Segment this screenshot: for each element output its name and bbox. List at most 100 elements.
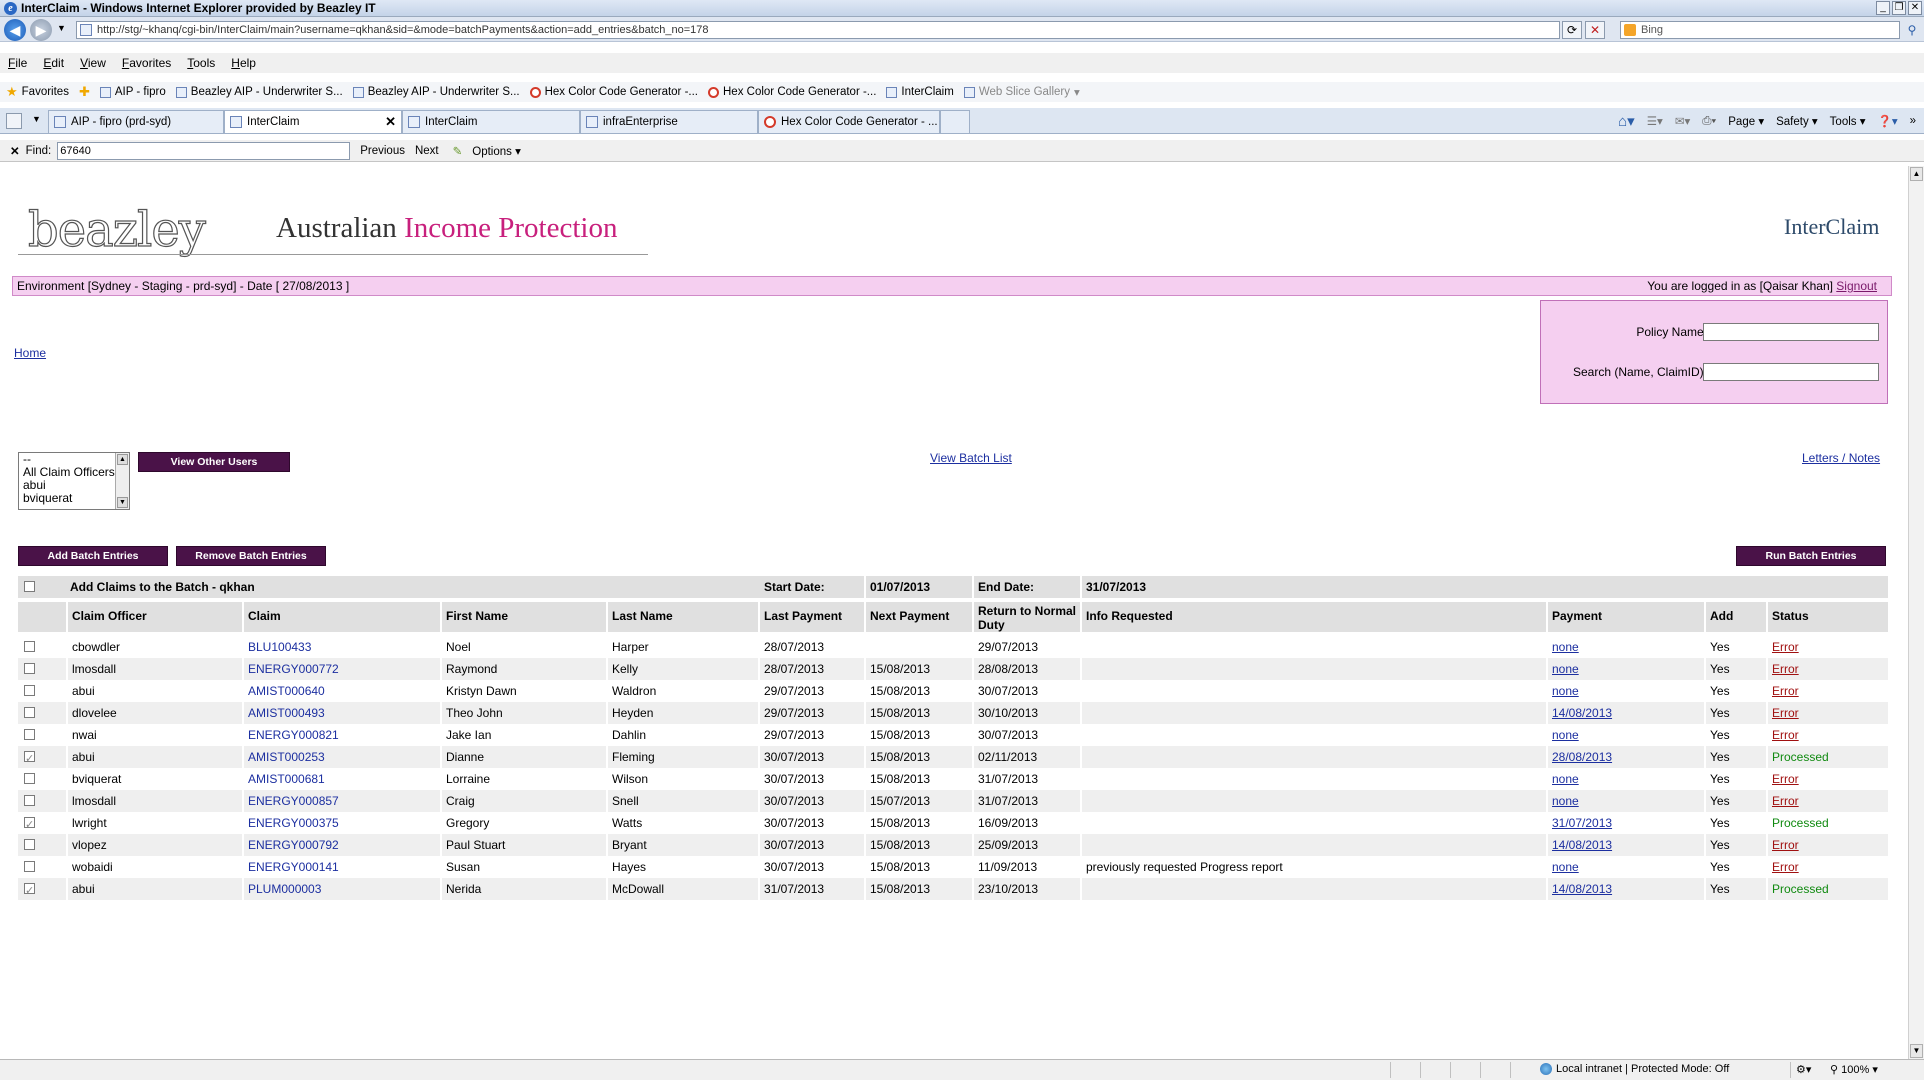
cell-status[interactable]: Error: [1768, 856, 1888, 878]
tools-menu[interactable]: Tools ▾: [1830, 114, 1866, 128]
home-icon[interactable]: ⌂▾: [1618, 112, 1635, 130]
scroll-up-icon[interactable]: ▲: [1910, 167, 1923, 181]
cell-claim-link[interactable]: ENERGY000792: [244, 834, 440, 856]
row-checkbox[interactable]: [24, 685, 35, 696]
scroll-down-icon[interactable]: ▼: [117, 497, 128, 508]
chevron-icon[interactable]: »: [1910, 115, 1916, 127]
find-next-button[interactable]: Next: [415, 145, 439, 157]
row-checkbox[interactable]: [24, 748, 35, 768]
cell-claim-link[interactable]: ENERGY000141: [244, 856, 440, 878]
restore-button[interactable]: ❐: [1892, 1, 1906, 15]
favorite-link[interactable]: Beazley AIP - Underwriter S...: [352, 86, 520, 98]
print-icon[interactable]: ⎙▾: [1702, 115, 1716, 128]
url-field[interactable]: http://stg/~khanq/cgi-bin/InterClaim/mai…: [76, 21, 1560, 39]
view-other-users-button[interactable]: View Other Users: [138, 452, 290, 472]
cell-claim-link[interactable]: ENERGY000772: [244, 658, 440, 680]
new-tab-button[interactable]: [940, 110, 970, 133]
row-checkbox[interactable]: [24, 839, 35, 850]
letters-notes-link[interactable]: Letters / Notes: [1802, 451, 1880, 465]
help-icon[interactable]: ❓▾: [1878, 114, 1898, 128]
cell-payment-link[interactable]: 14/08/2013: [1548, 834, 1704, 856]
row-checkbox[interactable]: [24, 663, 35, 674]
row-checkbox[interactable]: [24, 773, 35, 784]
row-checkbox[interactable]: [24, 707, 35, 718]
row-checkbox[interactable]: [24, 795, 35, 806]
search-field[interactable]: Bing: [1620, 21, 1900, 39]
policy-name-input[interactable]: [1703, 323, 1879, 341]
find-input[interactable]: [57, 141, 351, 160]
feeds-icon[interactable]: ☰▾: [1647, 114, 1663, 128]
menu-favorites[interactable]: Favorites: [122, 56, 171, 70]
cell-payment-link[interactable]: 28/08/2013: [1548, 746, 1704, 768]
select-scrollbar[interactable]: ▲ ▼: [115, 453, 129, 509]
home-link[interactable]: Home: [14, 346, 46, 360]
view-batch-list-link[interactable]: View Batch List: [930, 451, 1012, 465]
favorite-link[interactable]: InterClaim: [886, 86, 954, 98]
tab-hex-color[interactable]: Hex Color Code Generator - ...: [758, 110, 940, 133]
add-batch-entries-button[interactable]: Add Batch Entries: [18, 546, 168, 566]
favorite-link[interactable]: Hex Color Code Generator -...: [708, 86, 876, 98]
page-menu[interactable]: Page ▾: [1728, 114, 1764, 128]
row-checkbox[interactable]: [24, 641, 35, 652]
page-scrollbar[interactable]: ▲ ▼: [1908, 166, 1924, 1059]
highlight-icon[interactable]: ✎: [453, 144, 463, 158]
menu-file[interactable]: File: [8, 56, 27, 70]
protected-mode-icon[interactable]: ⚙▾: [1796, 1063, 1811, 1076]
forward-icon[interactable]: ▶: [30, 19, 52, 41]
row-checkbox[interactable]: [24, 814, 35, 834]
menu-view[interactable]: View: [80, 56, 106, 70]
scroll-down-icon[interactable]: ▼: [1910, 1044, 1923, 1058]
favorite-link[interactable]: AIP - fipro: [99, 86, 166, 98]
cell-payment-link[interactable]: none: [1548, 856, 1704, 878]
quick-tabs-icon[interactable]: [6, 113, 22, 129]
menu-tools[interactable]: Tools: [187, 56, 215, 70]
signout-link[interactable]: Signout: [1836, 279, 1877, 293]
run-batch-entries-button[interactable]: Run Batch Entries: [1736, 546, 1886, 566]
cell-payment-link[interactable]: 14/08/2013: [1548, 702, 1704, 724]
cell-claim-link[interactable]: ENERGY000857: [244, 790, 440, 812]
claim-officer-select[interactable]: -- All Claim Officers abui bviquerat ▲ ▼: [18, 452, 130, 510]
cell-status[interactable]: Error: [1768, 680, 1888, 702]
search-icon[interactable]: ⚲: [1903, 21, 1921, 39]
tab-infraenterprise[interactable]: infraEnterprise: [580, 110, 758, 133]
cell-claim-link[interactable]: ENERGY000375: [244, 812, 440, 834]
cell-payment-link[interactable]: 14/08/2013: [1548, 878, 1704, 900]
add-favorite-icon[interactable]: ✚: [79, 84, 90, 100]
cell-claim-link[interactable]: PLUM000003: [244, 878, 440, 900]
row-checkbox[interactable]: [24, 880, 35, 900]
row-checkbox[interactable]: [24, 729, 35, 740]
security-zone[interactable]: Local intranet | Protected Mode: Off: [1540, 1063, 1729, 1075]
cell-payment-link[interactable]: 31/07/2013: [1548, 812, 1704, 834]
favorite-link[interactable]: Hex Color Code Generator -...: [529, 86, 698, 98]
web-slice-gallery[interactable]: Web Slice Gallery ▾: [963, 85, 1080, 99]
refresh-icon[interactable]: ⟳: [1562, 21, 1582, 39]
row-checkbox[interactable]: [24, 861, 35, 872]
cell-payment-link[interactable]: none: [1548, 658, 1704, 680]
cell-status[interactable]: Error: [1768, 724, 1888, 746]
history-dropdown-icon[interactable]: ▼: [57, 23, 66, 33]
cell-claim-link[interactable]: BLU100433: [244, 636, 440, 658]
zoom-level[interactable]: ⚲ 100% ▾: [1830, 1063, 1878, 1076]
cell-status[interactable]: Error: [1768, 702, 1888, 724]
cell-status[interactable]: Error: [1768, 768, 1888, 790]
favorites-button[interactable]: ★ Favorites: [6, 84, 69, 100]
menu-edit[interactable]: Edit: [43, 56, 64, 70]
tab-list-icon[interactable]: ▼: [32, 114, 41, 124]
minimize-button[interactable]: _: [1876, 1, 1890, 15]
menu-help[interactable]: Help: [231, 56, 256, 70]
cell-payment-link[interactable]: none: [1548, 680, 1704, 702]
close-tab-icon[interactable]: ✕: [385, 111, 396, 133]
remove-batch-entries-button[interactable]: Remove Batch Entries: [176, 546, 326, 566]
cell-claim-link[interactable]: AMIST000681: [244, 768, 440, 790]
mail-icon[interactable]: ✉▾: [1675, 114, 1690, 128]
safety-menu[interactable]: Safety ▾: [1776, 114, 1818, 128]
cell-claim-link[interactable]: AMIST000493: [244, 702, 440, 724]
cell-status[interactable]: Error: [1768, 834, 1888, 856]
cell-status[interactable]: Error: [1768, 658, 1888, 680]
cell-payment-link[interactable]: none: [1548, 790, 1704, 812]
officer-option[interactable]: bviquerat: [23, 492, 129, 505]
cell-payment-link[interactable]: none: [1548, 724, 1704, 746]
stop-icon[interactable]: ✕: [1585, 21, 1605, 39]
close-window-button[interactable]: ✕: [1908, 1, 1922, 15]
tab-aip-fipro[interactable]: AIP - fipro (prd-syd): [48, 110, 224, 133]
